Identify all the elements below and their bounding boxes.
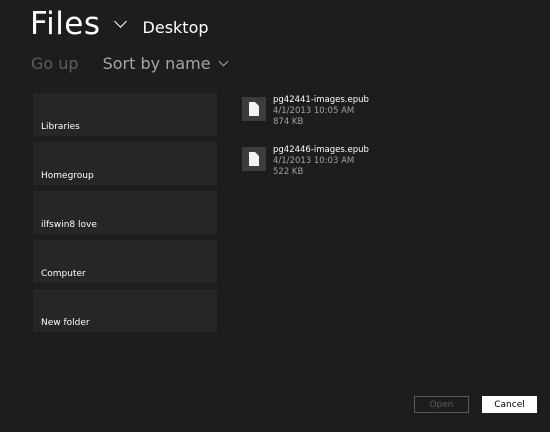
location-dropdown[interactable]: Desktop <box>113 4 209 44</box>
cancel-button[interactable]: Cancel <box>482 396 537 413</box>
folder-label: Homegroup <box>41 171 94 181</box>
document-icon <box>249 152 259 166</box>
folder-tile-computer[interactable]: Computer <box>33 240 217 283</box>
go-up-button[interactable]: Go up <box>31 54 79 73</box>
file-thumbnail <box>242 147 266 171</box>
header: Files Desktop <box>30 0 209 44</box>
toolbar: Go up Sort by name <box>31 52 228 74</box>
document-icon <box>249 102 259 116</box>
chevron-down-icon <box>218 56 228 66</box>
file-name: pg42441-images.epub <box>273 95 369 105</box>
location-label: Desktop <box>142 17 209 37</box>
chevron-down-icon <box>113 15 127 28</box>
folder-tile-new-folder[interactable]: New folder <box>33 289 217 332</box>
file-size: 522 KB <box>273 167 304 177</box>
app-title: Files <box>30 6 101 42</box>
file-name: pg42446-images.epub <box>273 145 369 155</box>
file-info: pg42446-images.epub 4/1/2013 10:03 AM 52… <box>273 145 369 197</box>
folder-label: Libraries <box>41 122 80 132</box>
sort-dropdown[interactable]: Sort by name <box>102 53 228 73</box>
file-item[interactable]: pg42446-images.epub 4/1/2013 10:03 AM 52… <box>242 145 369 197</box>
folder-tile-homegroup[interactable]: Homegroup <box>33 142 217 185</box>
folder-label: Computer <box>41 269 86 279</box>
folder-list: Libraries Homegroup ilfswin8 love Comput… <box>33 93 217 338</box>
file-thumbnail <box>242 97 266 121</box>
file-date: 4/1/2013 10:05 AM <box>273 106 355 116</box>
file-info: pg42441-images.epub 4/1/2013 10:05 AM 87… <box>273 95 369 147</box>
sort-label: Sort by name <box>102 53 211 73</box>
folder-tile-libraries[interactable]: Libraries <box>33 93 217 136</box>
file-list: pg42441-images.epub 4/1/2013 10:05 AM 87… <box>242 95 369 197</box>
folder-tile-user[interactable]: ilfswin8 love <box>33 191 217 234</box>
file-size: 874 KB <box>273 117 304 127</box>
file-item[interactable]: pg42441-images.epub 4/1/2013 10:05 AM 87… <box>242 95 369 147</box>
folder-label: New folder <box>41 318 90 328</box>
file-date: 4/1/2013 10:03 AM <box>273 156 355 166</box>
folder-label: ilfswin8 love <box>41 220 97 230</box>
open-button[interactable]: Open <box>414 396 469 413</box>
